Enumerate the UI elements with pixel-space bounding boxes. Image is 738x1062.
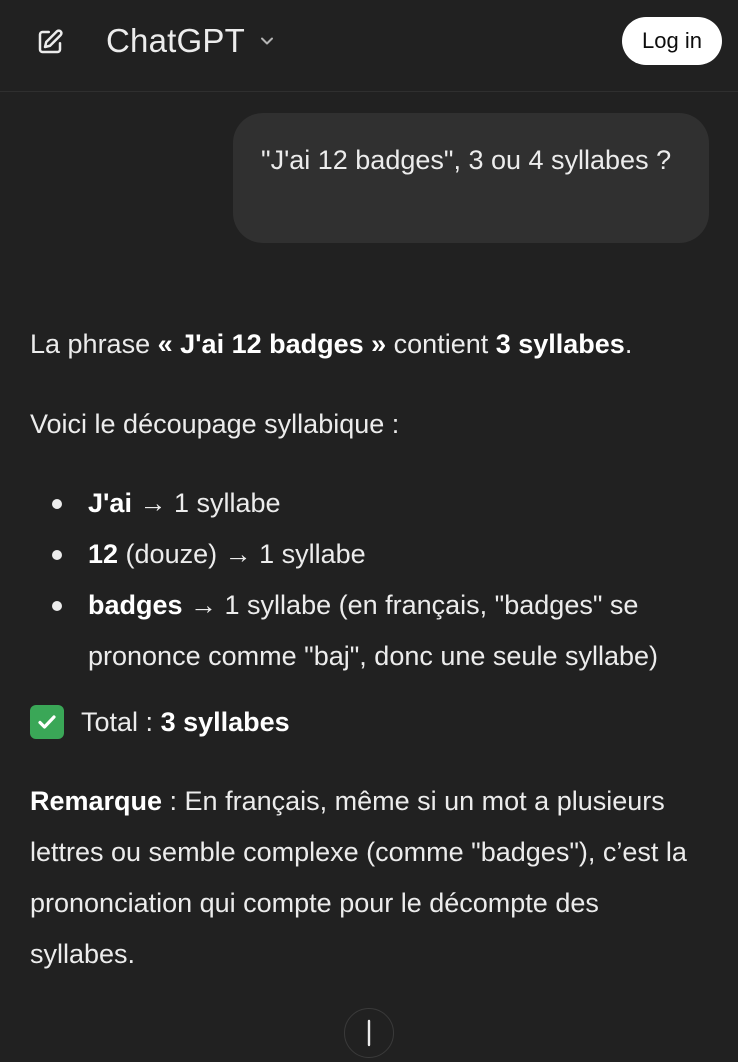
total-label: Total : [74,707,161,737]
new-chat-button[interactable] [30,24,70,60]
list-item: J'ai → 1 syllabe [30,478,710,529]
total-value: 3 syllabes [160,707,290,737]
list-item-text: → 1 syllabe [131,488,281,518]
remark-label: Remarque [30,786,163,816]
answer-intro: Voici le découpage syllabique : [30,409,400,439]
check-mark-icon [30,705,64,739]
list-item-term: J'ai [88,488,132,518]
answer-text: . [624,329,633,359]
answer-count: 3 syllabes [495,329,625,359]
list-item-term: 12 [88,539,119,569]
remark-paragraph: Remarque : En français, même si un mot a… [30,776,710,980]
model-name: ChatGPT [106,22,245,59]
total-line: Total : 3 syllabes [30,698,710,746]
answer-phrase: « J'ai 12 badges » [157,329,387,359]
answer-summary: La phrase « J'ai 12 badges » contient 3 … [30,320,710,368]
user-message-text: "J'ai 12 badges", 3 ou 4 syllabes ? [261,145,672,175]
syllable-list: J'ai → 1 syllabe 12 (douze) → 1 syllabe … [30,478,710,682]
assistant-message: La phrase « J'ai 12 badges » contient 3 … [30,320,710,980]
answer-text: contient [386,329,496,359]
model-selector[interactable]: ChatGPT [106,20,277,62]
list-item-text: (douze) → 1 syllabe [118,539,366,569]
edit-icon [38,29,63,54]
answer-text: La phrase [30,329,158,359]
list-item: 12 (douze) → 1 syllabe [30,529,710,580]
list-item: badges → 1 syllabe (en français, "badges… [30,580,710,682]
chevron-down-icon [260,37,273,45]
scroll-down-button[interactable] [344,1008,394,1058]
arrow-down-icon [367,1019,371,1047]
login-button[interactable]: Log in [622,17,722,65]
list-item-term: badges [88,590,183,620]
top-bar: ChatGPT Log in [0,0,738,92]
user-message-bubble: "J'ai 12 badges", 3 ou 4 syllabes ? [233,113,709,243]
